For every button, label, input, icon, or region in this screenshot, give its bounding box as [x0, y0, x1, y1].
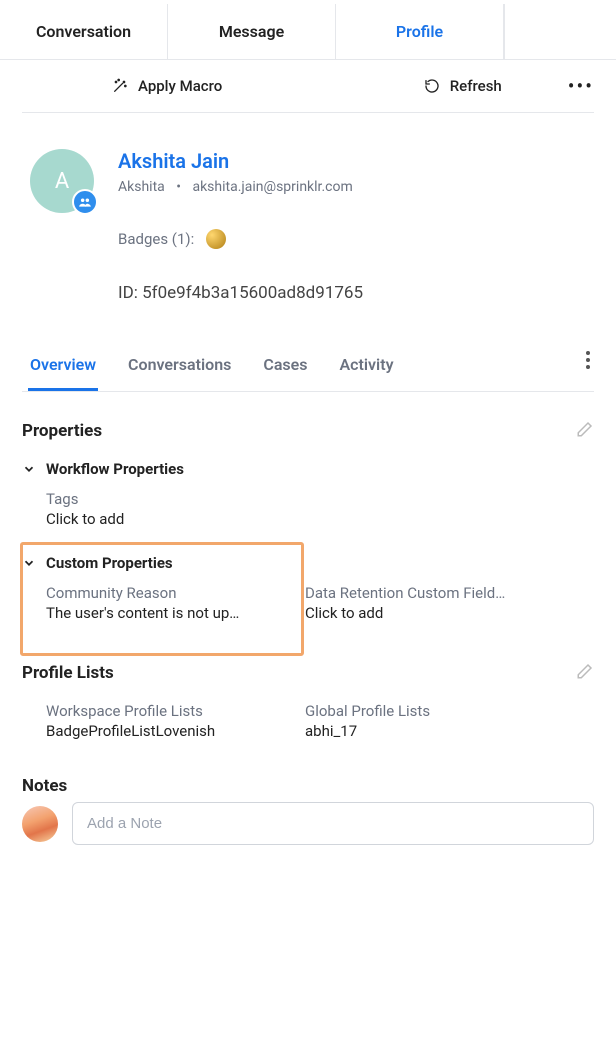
subtab-activity[interactable]: Activity	[337, 343, 395, 391]
add-note-input[interactable]	[72, 802, 594, 845]
chevron-down-icon	[22, 462, 36, 476]
tags-value[interactable]: Click to add	[46, 510, 554, 528]
profile-lists-section: Profile Lists Workspace Profile Lists Ba…	[0, 622, 616, 740]
badge-icon[interactable]	[206, 229, 226, 249]
apply-macro-label: Apply Macro	[138, 77, 222, 95]
refresh-icon	[424, 78, 440, 94]
workspace-lists-value[interactable]: BadgeProfileListLovenish	[46, 722, 295, 740]
subtab-cases[interactable]: Cases	[261, 343, 309, 391]
global-lists-label: Global Profile Lists	[305, 702, 554, 720]
data-retention-value[interactable]: Click to add	[305, 604, 554, 622]
profile-lists-title: Profile Lists	[22, 663, 114, 683]
profile-email: akshita.jain@sprinklr.com	[192, 179, 352, 195]
apply-macro-button[interactable]: Apply Macro	[112, 77, 222, 95]
community-reason-value[interactable]: The user's content is not up…	[46, 604, 295, 622]
profile-subtabs: Overview Conversations Cases Activity	[22, 343, 594, 392]
avatar[interactable]: A	[30, 149, 94, 213]
subtab-more-icon[interactable]	[582, 348, 594, 387]
properties-section: Properties Workflow Properties Tags Clic…	[0, 392, 616, 622]
profile-name[interactable]: Akshita Jain	[118, 149, 594, 173]
properties-title: Properties	[22, 421, 102, 441]
community-reason-label: Community Reason	[46, 584, 295, 602]
badges-label: Badges (1):	[118, 230, 194, 248]
tags-label: Tags	[46, 490, 554, 508]
workspace-lists-label: Workspace Profile Lists	[46, 702, 295, 720]
tab-message[interactable]: Message	[168, 4, 336, 59]
data-retention-label: Data Retention Custom Field…	[305, 584, 554, 602]
subtab-overview[interactable]: Overview	[28, 343, 98, 391]
profile-header: A Akshita Jain Akshita • akshita.jain@sp…	[0, 131, 616, 331]
notes-section: Notes	[0, 740, 616, 865]
profile-meta: Akshita • akshita.jain@sprinklr.com	[118, 179, 594, 195]
subtab-conversations[interactable]: Conversations	[126, 343, 233, 391]
tab-conversation[interactable]: Conversation	[0, 4, 168, 59]
workflow-properties-toggle[interactable]: Workflow Properties	[22, 460, 594, 478]
badges-row: Badges (1):	[118, 229, 594, 249]
notes-title: Notes	[22, 776, 594, 796]
edit-properties-icon[interactable]	[576, 420, 594, 442]
workflow-properties-title: Workflow Properties	[46, 460, 184, 478]
profile-id: ID: 5f0e9f4b3a15600ad8d91765	[118, 283, 594, 303]
chevron-down-icon	[22, 556, 36, 570]
refresh-label: Refresh	[450, 77, 502, 95]
global-lists-value[interactable]: abhi_17	[305, 722, 554, 740]
custom-properties-title: Custom Properties	[46, 554, 173, 572]
more-actions-icon[interactable]: •••	[568, 76, 594, 96]
group-icon	[72, 189, 98, 215]
edit-profile-lists-icon[interactable]	[576, 662, 594, 684]
action-bar: Apply Macro Refresh •••	[0, 60, 616, 112]
refresh-button[interactable]: Refresh	[424, 77, 502, 95]
magic-wand-icon	[112, 78, 128, 94]
custom-properties-toggle[interactable]: Custom Properties	[22, 554, 594, 572]
tab-profile[interactable]: Profile	[336, 4, 504, 59]
main-tabs: Conversation Message Profile	[0, 4, 616, 60]
profile-handle: Akshita	[118, 179, 165, 195]
note-avatar	[22, 806, 58, 842]
